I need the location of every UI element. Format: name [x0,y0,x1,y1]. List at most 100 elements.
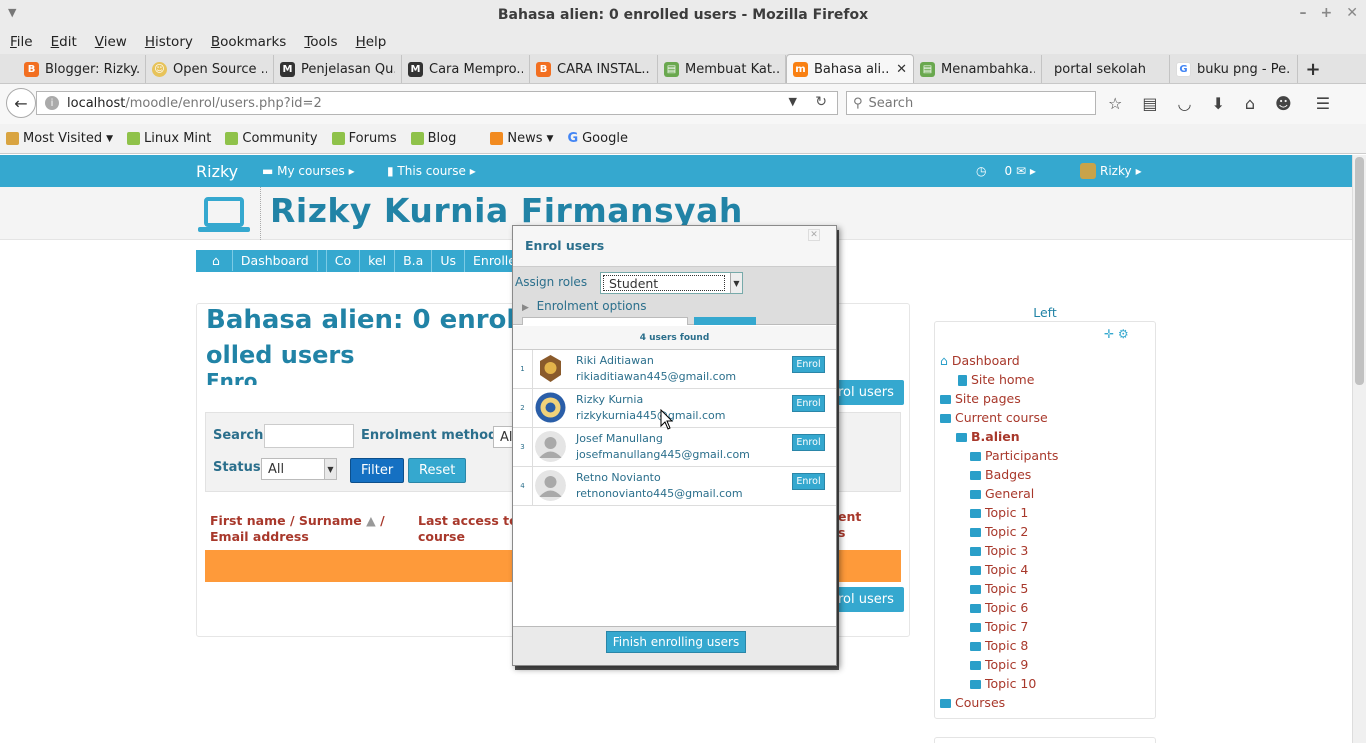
this-course-menu[interactable]: ▮ This course ▸ [387,164,476,178]
enrol-button[interactable]: Enrol [792,395,825,412]
nav-item-topic[interactable]: Topic 4 [940,560,1058,579]
bookmark-most-visited[interactable]: Most Visited ▼ [6,131,113,146]
tab-cara-mempro[interactable]: M Cara Mempro... [402,55,530,83]
gear-icon[interactable]: ⚙ [1118,327,1129,341]
breadcrumb-item[interactable]: Co [327,250,361,272]
tab-penjelasan[interactable]: M Penjelasan Qu... [274,55,402,83]
nav-item-topic[interactable]: Topic 9 [940,655,1058,674]
url-dropdown-icon[interactable]: ▼ [789,95,797,108]
hamburger-menu-icon[interactable]: ☰ [1316,94,1330,113]
home-icon[interactable]: ⌂ [1245,94,1255,113]
nav-item-courses[interactable]: Courses [940,693,1058,712]
clock-icon[interactable]: ◷ [976,164,986,178]
page-icon [958,375,967,386]
enrolment-options-toggle[interactable]: ▶ Enrolment options [522,299,647,313]
scrollbar-thumb[interactable] [1355,157,1364,385]
nav-item-site-pages[interactable]: Site pages [940,389,1058,408]
pocket-icon[interactable]: ◡ [1177,94,1191,113]
tab-membuat-kat[interactable]: ▤ Membuat Kat... [658,55,786,83]
nav-item-topic[interactable]: Topic 6 [940,598,1058,617]
nav-item-participants[interactable]: Participants [940,446,1058,465]
bookmark-forums[interactable]: Forums [331,131,397,146]
maximize-icon[interactable]: + [1321,5,1333,21]
new-tab-button[interactable]: + [1298,55,1328,83]
status-select[interactable]: All ▼ [261,458,337,480]
menu-tools[interactable]: Tools [304,34,337,50]
tab-open-source[interactable]: ☺ Open Source ... [146,55,274,83]
nav-item-current-course[interactable]: Current course [940,408,1058,427]
reading-list-icon[interactable]: ▤ [1142,94,1157,113]
menu-edit[interactable]: Edit [51,34,77,50]
column-header-last-access[interactable]: Last access to course [418,513,518,545]
nav-item-topic[interactable]: Topic 10 [940,674,1058,693]
bookmark-news[interactable]: News ▼ [490,131,553,146]
enrol-users-button-top[interactable]: rol users [828,380,904,405]
page-scrollbar[interactable] [1352,155,1366,743]
site-brand-link[interactable]: Rizky [196,162,238,181]
nav-item-topic[interactable]: Topic 8 [940,636,1058,655]
nav-item-course[interactable]: B.alien [940,427,1058,446]
finish-enrolling-button[interactable]: Finish enrolling users [606,631,746,653]
minimize-icon[interactable]: – [1300,5,1307,21]
window-title: Bahasa alien: 0 enrolled users - Mozilla… [497,7,869,23]
user-menu[interactable]: Rizky ▸ [1080,163,1142,179]
breadcrumb-item[interactable]: B.a [395,250,433,272]
column-header-name[interactable]: First name / Surname ▲ / Email address [210,513,385,545]
close-window-icon[interactable]: ✕ [1346,5,1358,21]
tab-portal-sekolah[interactable]: portal sekolah [1042,55,1170,83]
home-icon: ⌂ [204,250,233,271]
search-button[interactable] [694,317,756,325]
url-bar[interactable]: i localhost/moodle/enrol/users.php?id=2 … [36,91,838,115]
nav-item-topic[interactable]: Topic 7 [940,617,1058,636]
column-header-enrolment[interactable]: ent s [838,509,861,541]
enrol-users-button-bottom[interactable]: rol users [828,587,904,612]
back-button[interactable]: ← [6,88,36,118]
assign-roles-select[interactable]: Student ▼ [600,272,743,294]
chat-icon[interactable]: ☻ [1275,94,1292,113]
download-icon[interactable]: ⬇ [1211,94,1224,113]
menu-bookmarks[interactable]: Bookmarks [211,34,286,50]
enrol-button[interactable]: Enrol [792,473,825,490]
star-icon[interactable]: ☆ [1108,94,1122,113]
move-icon[interactable]: ✛ [1104,327,1114,341]
breadcrumb-item[interactable]: Us [432,250,465,272]
menu-help[interactable]: Help [356,34,387,50]
participant-search-input[interactable] [264,424,354,448]
tab-cara-instal[interactable]: B CARA INSTAL... [530,55,658,83]
reset-button[interactable]: Reset [408,458,467,483]
bookmark-community[interactable]: Community [225,131,318,146]
nav-item-topic[interactable]: Topic 2 [940,522,1058,541]
tab-buku-png[interactable]: Gbuku png - Pe... [1170,55,1298,83]
bookmark-google[interactable]: G Google [567,131,628,146]
breadcrumb-item[interactable]: kel [360,250,396,272]
filter-button[interactable]: Filter [350,458,405,483]
enrol-button[interactable]: Enrol [792,434,825,451]
close-tab-icon[interactable]: ✕ [896,62,907,77]
info-icon[interactable]: i [45,96,59,110]
user-search-input[interactable] [522,317,688,325]
my-courses-menu[interactable]: ▬ My courses ▸ [262,164,355,178]
nav-item-topic[interactable]: Topic 5 [940,579,1058,598]
messages-menu[interactable]: 0 ✉ ▸ [1004,164,1035,178]
bookmark-linux-mint[interactable]: Linux Mint [127,131,211,146]
reload-icon[interactable]: ↻ [815,94,827,110]
tab-blogger[interactable]: B Blogger: Rizky... [18,55,146,83]
nav-item-dashboard[interactable]: ⌂ Dashboard [940,351,1058,370]
breadcrumb-dashboard[interactable]: ⌂ Dashboard [196,250,327,272]
menu-history[interactable]: History [145,34,193,50]
enrol-button[interactable]: Enrol [792,356,825,373]
bookmark-blog[interactable]: Blog [410,131,456,146]
menu-view[interactable]: View [95,34,127,50]
nav-item-topic[interactable]: Topic 1 [940,503,1058,522]
tab-bahasa-alien[interactable]: m Bahasa ali... ✕ [786,54,914,83]
nav-item-general[interactable]: General [940,484,1058,503]
window-menu-icon[interactable]: ▼ [8,6,16,19]
nav-item-topic[interactable]: Topic 3 [940,541,1058,560]
page-title: Bahasa alien: 0 enrol [206,305,516,335]
tab-menambahka[interactable]: ▤ Menambahka... [914,55,1042,83]
close-icon[interactable]: ✕ [808,229,820,241]
nav-item-site-home[interactable]: Site home [940,370,1058,389]
nav-item-badges[interactable]: Badges [940,465,1058,484]
menu-file[interactable]: File [10,34,33,50]
search-input[interactable]: ⚲ Search [846,91,1096,115]
